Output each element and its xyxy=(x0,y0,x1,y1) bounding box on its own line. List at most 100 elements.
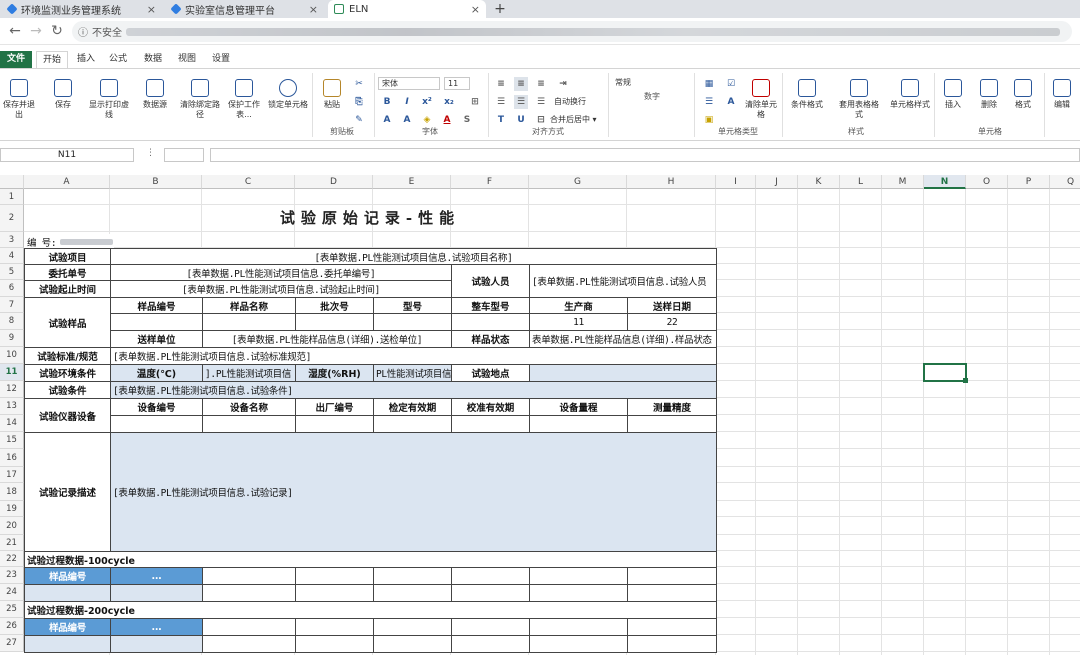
empty-cell[interactable] xyxy=(202,635,296,653)
cell-i-no[interactable]: 设备编号 xyxy=(110,398,203,416)
cell-item-val[interactable]: [表单数据.PL性能测试项目信息.试验项目名称] xyxy=(110,248,717,265)
save-exit-button[interactable]: 保存并退出 xyxy=(2,79,36,120)
superscript-icon[interactable]: x² xyxy=(420,95,434,109)
cell-sample-label[interactable]: 试验样品 xyxy=(24,297,111,348)
grow-font-icon[interactable]: A xyxy=(380,113,394,127)
browser-tab-eln[interactable]: ELN × xyxy=(328,0,486,18)
column-header-D[interactable]: D xyxy=(295,175,373,189)
column-header-G[interactable]: G xyxy=(529,175,627,189)
align-center-icon[interactable]: ☰ xyxy=(514,95,528,109)
cell-i-range[interactable]: 设备量程 xyxy=(529,398,628,416)
empty-cell[interactable] xyxy=(627,584,717,602)
row-header-4[interactable]: 4 xyxy=(0,248,24,264)
column-header-I[interactable]: I xyxy=(716,175,756,189)
row-header-24[interactable]: 24 xyxy=(0,584,24,601)
italic-icon[interactable]: I xyxy=(400,95,414,109)
cell-s-name[interactable]: 样品名称 xyxy=(202,297,296,314)
empty-cell[interactable] xyxy=(373,567,452,585)
name-box[interactable]: N11 xyxy=(0,148,134,162)
conditional-format-button[interactable]: 条件格式 xyxy=(786,79,828,110)
wrap-text-button[interactable]: 自动换行 xyxy=(554,97,606,107)
empty-cell[interactable] xyxy=(373,635,452,653)
row-header-19[interactable]: 19 xyxy=(0,501,24,517)
cell-entrust-label[interactable]: 委托单号 xyxy=(24,264,111,281)
cell-s-date[interactable]: 送样日期 xyxy=(627,297,717,314)
cell-cond-label[interactable]: 试验条件 xyxy=(24,381,111,399)
tab-file[interactable]: 文件 xyxy=(0,51,32,68)
format-button[interactable]: 格式 xyxy=(1008,79,1038,110)
column-header-O[interactable]: O xyxy=(966,175,1008,189)
column-header-C[interactable]: C xyxy=(202,175,295,189)
cell-i-valid[interactable]: 检定有效期 xyxy=(373,398,452,416)
align-middle-icon[interactable]: ≡ xyxy=(514,77,528,91)
cell-sample-no[interactable]: 样品编号 xyxy=(24,618,111,636)
empty-cell[interactable] xyxy=(451,635,530,653)
shrink-font-icon[interactable]: A xyxy=(400,113,414,127)
close-tab-icon[interactable]: × xyxy=(309,3,318,16)
cell-standard-label[interactable]: 试验标准/规范 xyxy=(24,347,111,365)
url-field[interactable]: ⓘ 不安全 xyxy=(72,21,1072,42)
borders-icon[interactable]: ⊞ xyxy=(468,95,482,109)
spreadsheet-grid[interactable]: ABCDEFGHIJKLMNOPQ 1 2 3 4 5 6 7 8 9 10 11 12 13 14 15 1… xyxy=(0,175,1080,655)
row-header-27[interactable]: 27 xyxy=(0,635,24,652)
text-icon[interactable]: A xyxy=(724,95,738,109)
clear-celltype-button[interactable]: 清除单元格 xyxy=(744,79,778,120)
row-header-23[interactable]: 23 xyxy=(0,567,24,584)
empty-cell[interactable] xyxy=(451,415,530,433)
row-header-1[interactable]: 1 xyxy=(0,189,24,205)
align-right-icon[interactable]: ☰ xyxy=(534,95,548,109)
empty-cell[interactable] xyxy=(627,415,717,433)
column-header-E[interactable]: E xyxy=(373,175,451,189)
table-format-button[interactable]: 套用表格格式 xyxy=(838,79,880,120)
cell-item-label[interactable]: 试验项目 xyxy=(24,248,111,265)
empty-cell[interactable] xyxy=(373,618,452,636)
list-icon[interactable]: ☰ xyxy=(702,95,716,109)
cell-s-date-val[interactable]: 22 xyxy=(627,313,717,331)
row-header-8[interactable]: 8 xyxy=(0,313,24,330)
tab-settings[interactable]: 设置 xyxy=(206,51,236,68)
empty-cell[interactable] xyxy=(451,584,530,602)
image-icon[interactable]: ▣ xyxy=(702,113,716,127)
function-box[interactable] xyxy=(164,148,204,162)
cell-record-val[interactable]: [表单数据.PL性能测试项目信息.试验记录] xyxy=(110,432,717,552)
row-header-26[interactable]: 26 xyxy=(0,618,24,635)
paste-button[interactable]: 粘贴 xyxy=(318,79,346,110)
number-format-select[interactable]: 常规 xyxy=(612,77,690,90)
row-header-5[interactable]: 5 xyxy=(0,264,24,280)
row-header-25[interactable]: 25 xyxy=(0,601,24,618)
font-size-select[interactable]: 11 xyxy=(444,77,470,90)
reload-icon[interactable]: ↻ xyxy=(48,22,66,40)
cell-state-label[interactable]: 样品状态 xyxy=(451,330,530,348)
column-header-P[interactable]: P xyxy=(1008,175,1050,189)
lock-cell-button[interactable]: 锁定单元格 xyxy=(268,79,308,110)
row-header-9[interactable]: 9 xyxy=(0,330,24,347)
edit-button[interactable]: 编辑 xyxy=(1048,79,1076,110)
column-header-M[interactable]: M xyxy=(882,175,924,189)
empty-cell[interactable] xyxy=(110,635,203,653)
fill-handle[interactable] xyxy=(963,378,968,383)
empty-cell[interactable] xyxy=(373,313,452,331)
cell-period-val[interactable]: [表单数据.PL性能测试项目信息.试验起止时间] xyxy=(110,280,452,298)
empty-cell[interactable] xyxy=(202,618,296,636)
protect-sheet-button[interactable]: 保护工作表... xyxy=(224,79,264,120)
cell-i-prec[interactable]: 测量精度 xyxy=(627,398,717,416)
cell-i-factory[interactable]: 出厂编号 xyxy=(295,398,374,416)
row-header-15[interactable]: 15 xyxy=(0,432,24,449)
selected-cell[interactable] xyxy=(923,363,967,382)
cell-i-calib[interactable]: 校准有效期 xyxy=(451,398,530,416)
empty-cell[interactable] xyxy=(451,567,530,585)
text-direction-icon[interactable]: T xyxy=(494,113,508,127)
cell-place-label[interactable]: 试验地点 xyxy=(451,364,530,382)
column-header-J[interactable]: J xyxy=(756,175,798,189)
row-header-22[interactable]: 22 xyxy=(0,551,24,567)
cell-s-model[interactable]: 型号 xyxy=(373,297,452,314)
cell-entrust-val[interactable]: [表单数据.PL性能测试项目信息.委托单编号] xyxy=(110,264,452,281)
empty-cell[interactable] xyxy=(373,415,452,433)
empty-cell[interactable] xyxy=(627,618,717,636)
cell-temp-val[interactable]: ].PL性能测试项目信 xyxy=(202,364,296,382)
align-top-icon[interactable]: ≡ xyxy=(494,77,508,91)
empty-cell[interactable] xyxy=(373,584,452,602)
row-header-2[interactable]: 2 xyxy=(0,205,24,232)
cell-hum-label[interactable]: 湿度(%RH) xyxy=(295,364,374,382)
cell-cond-val[interactable]: [表单数据.PL性能测试项目信息.试验条件] xyxy=(110,381,717,399)
